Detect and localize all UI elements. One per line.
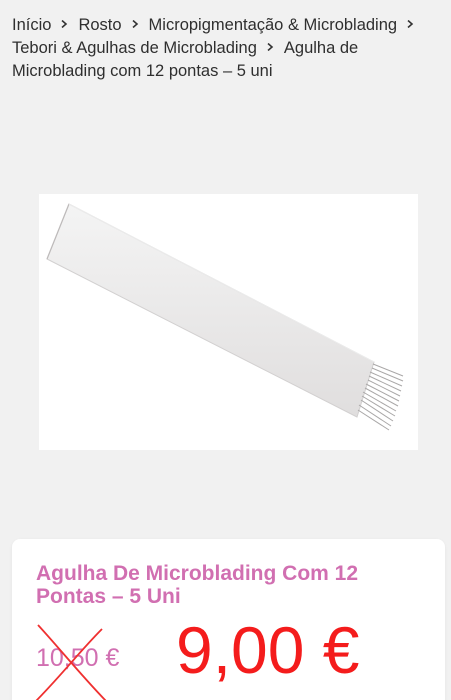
chevron-right-icon <box>406 20 414 28</box>
current-price: 9,00 € <box>176 613 360 687</box>
product-info-card: Agulha De Microblading Com 12 Pontas – 5… <box>12 539 445 700</box>
product-title: Agulha De Microblading Com 12 Pontas – 5… <box>36 562 359 608</box>
product-image[interactable] <box>39 194 418 450</box>
breadcrumb-item-tebori[interactable]: Tebori & Agulhas de Microblading <box>12 39 257 57</box>
breadcrumb: Início Rosto Micropigmentação & Microbladi… <box>12 14 442 83</box>
breadcrumb-item-micropigmentacao[interactable]: Micropigmentação & Microblading <box>149 16 398 34</box>
breadcrumb-item-inicio[interactable]: Início <box>12 16 51 34</box>
chevron-right-icon <box>131 20 139 28</box>
chevron-right-icon <box>60 20 68 28</box>
breadcrumb-item-rosto[interactable]: Rosto <box>78 16 121 34</box>
strike-x-icon <box>35 624 107 700</box>
chevron-right-icon <box>266 43 274 51</box>
